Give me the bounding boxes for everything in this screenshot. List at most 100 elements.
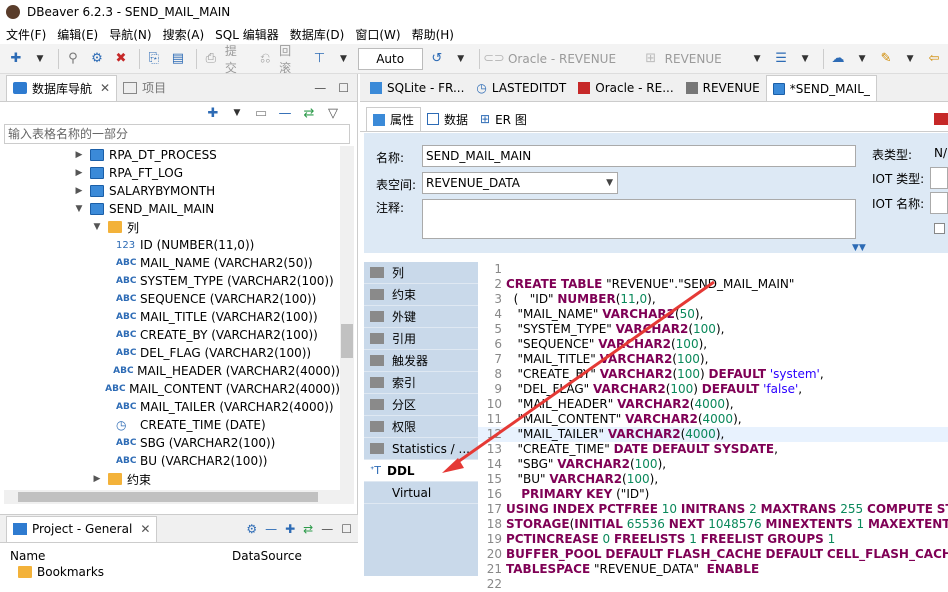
code-line[interactable]: "MAIL_TAILER" VARCHAR2(4000), <box>506 427 948 442</box>
connect-icon[interactable]: ⚲ <box>63 48 83 70</box>
dropdown-icon[interactable]: ▼ <box>747 48 767 70</box>
dropdown-icon[interactable]: ▼ <box>852 48 872 70</box>
minimize-icon[interactable]: — <box>314 81 326 95</box>
ddl-editor[interactable]: CREATE TABLE "REVENUE"."SEND_MAIL_MAIN" … <box>506 262 948 576</box>
code-line[interactable]: BUFFER_POOL DEFAULT FLASH_CACHE DEFAULT … <box>506 547 948 562</box>
code-line[interactable]: "SBG" VARCHAR2(100), <box>506 457 948 472</box>
code-line[interactable]: USING INDEX PCTFREE 10 INITRANS 2 MAXTRA… <box>506 502 948 517</box>
section-3[interactable]: 引用 <box>364 328 478 350</box>
dropdown-icon[interactable]: ▼ <box>227 102 247 124</box>
history-icon[interactable]: ↺ <box>427 48 447 70</box>
invalidate-icon[interactable]: ✖ <box>111 48 131 70</box>
tab-project-general[interactable]: Project - General ✕ <box>6 515 158 542</box>
tree-item-column[interactable]: 123 ID (NUMBER(11,0)) <box>0 236 340 254</box>
back-icon[interactable]: ⇦ <box>924 48 944 70</box>
section-5[interactable]: 索引 <box>364 372 478 394</box>
chevron-right-icon[interactable]: ▶ <box>74 168 84 178</box>
tab-oracle-revenue[interactable]: Oracle - RE... <box>572 75 679 101</box>
menu-item[interactable]: 搜索(A) <box>163 26 205 43</box>
transaction-mode-icon[interactable]: ⊤ <box>310 48 330 70</box>
section-2[interactable]: 外键 <box>364 306 478 328</box>
new-connection-icon[interactable]: ✚ <box>6 48 26 70</box>
section-9[interactable]: ᐩT DDL <box>364 460 478 482</box>
maximize-icon[interactable]: ☐ <box>338 81 349 95</box>
list-item[interactable]: Bookmarks <box>0 565 358 579</box>
tree-item-table[interactable]: ▶ SALARYBYMONTH <box>0 182 340 200</box>
auto-commit-button[interactable]: Auto <box>357 47 423 70</box>
close-icon[interactable]: ✕ <box>140 522 150 536</box>
section-1[interactable]: 约束 <box>364 284 478 306</box>
collapse-all-icon[interactable]: — <box>275 102 295 124</box>
iot-type-field[interactable] <box>930 167 948 189</box>
menu-item[interactable]: SQL 编辑器 <box>215 26 279 43</box>
section-10[interactable]: Virtual <box>364 482 478 504</box>
disconnect-icon[interactable]: ⚙ <box>87 48 107 70</box>
code-line[interactable]: "CREATE_BY" VARCHAR2(100) DEFAULT 'syste… <box>506 367 948 382</box>
tab-database-navigator[interactable]: 数据库导航 ✕ <box>6 74 118 101</box>
code-line[interactable]: "MAIL_TITLE" VARCHAR2(100), <box>506 352 948 367</box>
column-name[interactable]: Name <box>10 549 232 563</box>
code-line[interactable]: "MAIL_NAME" VARCHAR2(50), <box>506 307 948 322</box>
close-icon[interactable]: ✕ <box>100 81 110 95</box>
code-line[interactable]: PCTINCREASE 0 FREELISTS 1 FREELIST GROUP… <box>506 532 948 547</box>
section-8[interactable]: Statistics / ... <box>364 438 478 460</box>
tree-item-column[interactable]: ABC CREATE_BY (VARCHAR2(100)) <box>0 326 340 344</box>
horizontal-scroll-thumb[interactable] <box>18 492 318 502</box>
link-icon[interactable]: ⇄ <box>303 522 313 536</box>
menu-item[interactable]: 帮助(H) <box>412 26 454 43</box>
chevron-right-icon[interactable]: ▶ <box>74 150 84 160</box>
tab-revenue[interactable]: REVENUE <box>680 75 766 101</box>
section-6[interactable]: 分区 <box>364 394 478 416</box>
code-line[interactable]: CREATE TABLE "REVENUE"."SEND_MAIL_MAIN" <box>506 277 948 292</box>
column-datasource[interactable]: DataSource <box>232 549 302 563</box>
code-line[interactable]: "BU" VARCHAR2(100), <box>506 472 948 487</box>
tree-item-table[interactable]: ▼ SEND_MAIL_MAIN <box>0 200 340 218</box>
commit-button[interactable]: 提交 <box>225 42 247 76</box>
active-schema-selector[interactable]: REVENUE <box>665 52 739 66</box>
tree-item-table[interactable]: ▶ RPA_FT_LOG <box>0 164 340 182</box>
tablespace-select[interactable]: REVENUE_DATA ▼ <box>422 172 618 194</box>
dropdown-icon[interactable]: ▼ <box>334 48 354 70</box>
active-connection-selector[interactable]: Oracle - REVENUE <box>508 52 633 66</box>
tab-properties[interactable]: 属性 <box>366 107 422 131</box>
code-line[interactable]: "MAIL_CONTENT" VARCHAR2(4000), <box>506 412 948 427</box>
chevron-down-icon[interactable]: ▼ <box>92 222 102 232</box>
comment-field[interactable] <box>422 199 856 239</box>
tab-sqlite[interactable]: SQLite - FR... <box>364 75 470 101</box>
tab-data[interactable]: 数据 <box>421 107 474 131</box>
checkbox[interactable] <box>934 223 945 234</box>
sql-editor-icon[interactable]: ⎘ <box>144 48 164 70</box>
rollback-button[interactable]: 回滚 <box>279 42 301 76</box>
tree-item-column[interactable]: ABC MAIL_HEADER (VARCHAR2(4000)) <box>0 362 340 380</box>
tree-item-folder[interactable]: ▶ 约束 <box>0 470 340 488</box>
tree-item-column[interactable]: ABC DEL_FLAG (VARCHAR2(100)) <box>0 344 340 362</box>
tree-item-column[interactable]: ABC MAIL_CONTENT (VARCHAR2(4000)) <box>0 380 340 398</box>
chevron-right-icon[interactable]: ▶ <box>74 186 84 196</box>
code-line[interactable]: STORAGE(INITIAL 65536 NEXT 1048576 MINEX… <box>506 517 948 532</box>
tree-item-column[interactable]: ABC MAIL_TITLE (VARCHAR2(100)) <box>0 308 340 326</box>
view-menu-icon[interactable]: ▽ <box>323 102 343 124</box>
code-line[interactable]: PRIMARY KEY ("ID") <box>506 487 948 502</box>
section-7[interactable]: 权限 <box>364 416 478 438</box>
dropdown-icon[interactable]: ▼ <box>451 48 471 70</box>
settings-icon[interactable]: ⚙ <box>246 522 257 536</box>
code-line[interactable]: "DEL_FLAG" VARCHAR2(100) DEFAULT 'false'… <box>506 382 948 397</box>
name-field[interactable]: SEND_MAIL_MAIN <box>422 145 856 167</box>
dropdown-icon[interactable]: ▼ <box>900 48 920 70</box>
minimize-icon[interactable]: — <box>321 522 333 536</box>
tab-lasteditdt[interactable]: ◷ LASTEDITDT <box>470 75 572 101</box>
menu-item[interactable]: 导航(N) <box>109 26 151 43</box>
code-line[interactable] <box>506 262 948 277</box>
code-line[interactable]: ( "ID" NUMBER(11,0), <box>506 292 948 307</box>
tab-er-diagram[interactable]: ⊞ ER 图 <box>474 107 533 131</box>
chevron-right-icon[interactable]: ▶ <box>92 474 102 484</box>
tree-item-column[interactable]: ABC SBG (VARCHAR2(100)) <box>0 434 340 452</box>
tree-item-column[interactable]: ◷ CREATE_TIME (DATE) <box>0 416 340 434</box>
list-icon[interactable]: ☰ <box>771 48 791 70</box>
section-4[interactable]: 触发器 <box>364 350 478 372</box>
code-line[interactable]: "SYSTEM_TYPE" VARCHAR2(100), <box>506 322 948 337</box>
tree-item-column[interactable]: ABC MAIL_NAME (VARCHAR2(50)) <box>0 254 340 272</box>
menu-item[interactable]: 数据库(D) <box>290 26 345 43</box>
menu-item[interactable]: 窗口(W) <box>355 26 400 43</box>
section-0[interactable]: 列 <box>364 262 478 284</box>
